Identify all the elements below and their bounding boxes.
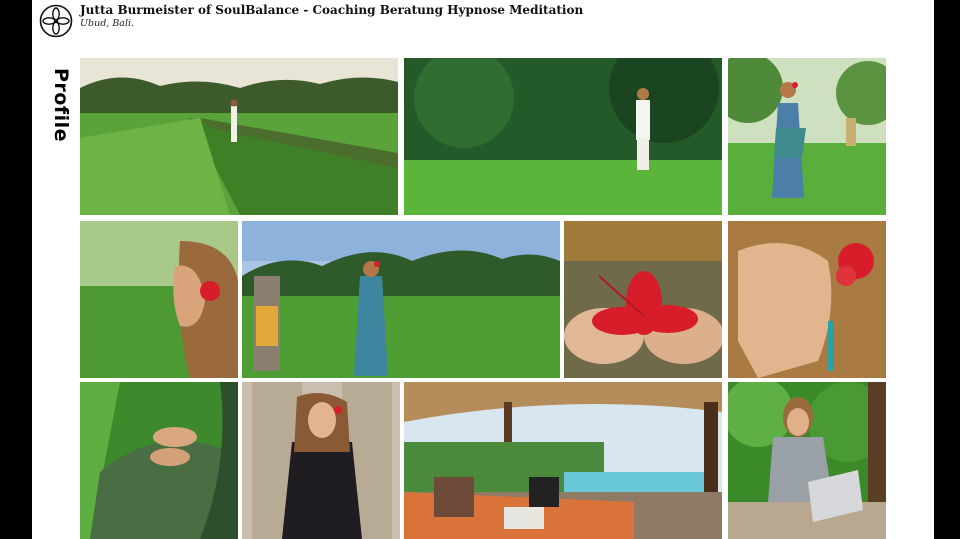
rice-field-statue-photo[interactable] [242,221,560,378]
page: Jutta Burmeister of SoulBalance - Coachi… [32,0,934,539]
hands-hibiscus-photo[interactable] [564,221,722,378]
lotus-icon [39,4,73,38]
hands-meditation-photo[interactable] [80,382,238,539]
profile-label-text: Profile [50,67,72,143]
location-subtitle: Ubud, Bali. [80,18,135,29]
portrait-eyes-closed-photo[interactable] [728,221,886,378]
rice-terrace-photo[interactable] [80,58,398,215]
jungle-field-photo[interactable] [404,58,722,215]
woman-patterned-dress-photo[interactable] [728,58,886,215]
portrait-wooden-wall-photo[interactable] [242,382,400,539]
pavilion-laptop-photo[interactable] [404,382,722,539]
profile-section-label: Profile [50,60,72,150]
page-title: Jutta Burmeister of SoulBalance - Coachi… [80,3,584,17]
profile-hibiscus-hair-photo[interactable] [80,221,238,378]
laptop-garden-photo[interactable] [728,382,886,539]
